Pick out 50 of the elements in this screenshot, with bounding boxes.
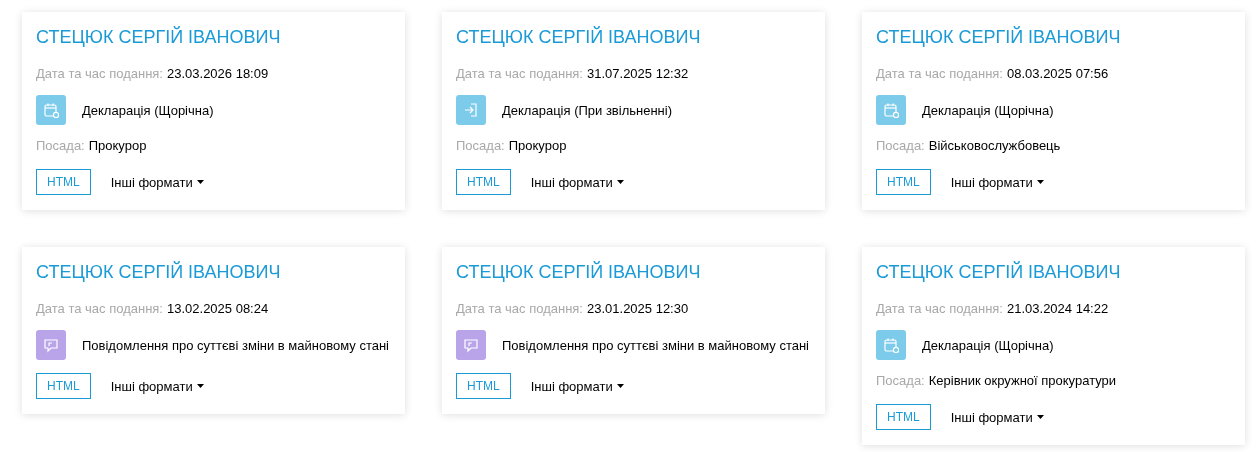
date-value: 31.07.2025 12:32	[587, 65, 689, 83]
person-name[interactable]: СТЕЦЮК СЕРГІЙ ІВАНОВИЧ	[36, 25, 391, 49]
person-name[interactable]: СТЕЦЮК СЕРГІЙ ІВАНОВИЧ	[876, 25, 1231, 49]
html-button[interactable]: HTML	[876, 404, 931, 430]
html-button[interactable]: HTML	[36, 169, 91, 195]
date-value: 23.03.2026 18:09	[167, 65, 269, 83]
other-formats-dropdown[interactable]: Інші формати	[110, 174, 204, 190]
person-name[interactable]: СТЕЦЮК СЕРГІЙ ІВАНОВИЧ	[36, 260, 391, 284]
document-type: Декларація (Щорічна)	[82, 102, 214, 118]
position-label: Посада:	[36, 137, 85, 155]
caret-icon	[616, 180, 624, 184]
html-button[interactable]: HTML	[456, 169, 511, 195]
caret-icon	[1036, 415, 1044, 419]
position-label: Посада:	[456, 137, 505, 155]
document-type: Декларація (При звільненні)	[502, 102, 672, 118]
caret-icon	[196, 384, 204, 388]
date-value: 08.03.2025 07:56	[1007, 65, 1109, 83]
caret-icon	[1036, 180, 1044, 184]
position-value: Прокурор	[88, 137, 147, 155]
position-value: Військовослужбовець	[928, 137, 1061, 155]
document-type: Декларація (Щорічна)	[922, 102, 1054, 118]
date-label: Дата та час подання:	[876, 300, 1003, 318]
html-button[interactable]: HTML	[456, 373, 511, 399]
other-formats-dropdown[interactable]: Інші формати	[110, 378, 204, 394]
caret-icon	[616, 384, 624, 388]
caret-icon	[196, 180, 204, 184]
date-value: 13.02.2025 08:24	[167, 300, 269, 318]
position-label: Посада:	[876, 372, 925, 390]
position-value: Прокурор	[508, 137, 567, 155]
other-formats-dropdown[interactable]: Інші формати	[950, 409, 1044, 425]
position-label: Посада:	[876, 137, 925, 155]
other-formats-dropdown[interactable]: Інші формати	[530, 174, 624, 190]
date-label: Дата та час подання:	[456, 300, 583, 318]
html-button[interactable]: HTML	[36, 373, 91, 399]
date-label: Дата та час подання:	[36, 300, 163, 318]
html-button[interactable]: HTML	[876, 169, 931, 195]
date-label: Дата та час подання:	[876, 65, 1003, 83]
person-name[interactable]: СТЕЦЮК СЕРГІЙ ІВАНОВИЧ	[876, 260, 1231, 284]
document-type: Декларація (Щорічна)	[922, 337, 1054, 353]
person-name[interactable]: СТЕЦЮК СЕРГІЙ ІВАНОВИЧ	[456, 260, 811, 284]
date-label: Дата та час подання:	[456, 65, 583, 83]
document-type: Повідомлення про суттєві зміни в майновому стані	[82, 337, 389, 353]
person-name[interactable]: СТЕЦЮК СЕРГІЙ ІВАНОВИЧ	[456, 25, 811, 49]
document-type: Повідомлення про суттєві зміни в майновому стані	[502, 337, 809, 353]
other-formats-dropdown[interactable]: Інші формати	[530, 378, 624, 394]
position-value: Керівник окружної прокуратури	[928, 372, 1117, 390]
date-value: 21.03.2024 14:22	[1007, 300, 1109, 318]
date-label: Дата та час подання:	[36, 65, 163, 83]
other-formats-dropdown[interactable]: Інші формати	[950, 174, 1044, 190]
date-value: 23.01.2025 12:30	[587, 300, 689, 318]
